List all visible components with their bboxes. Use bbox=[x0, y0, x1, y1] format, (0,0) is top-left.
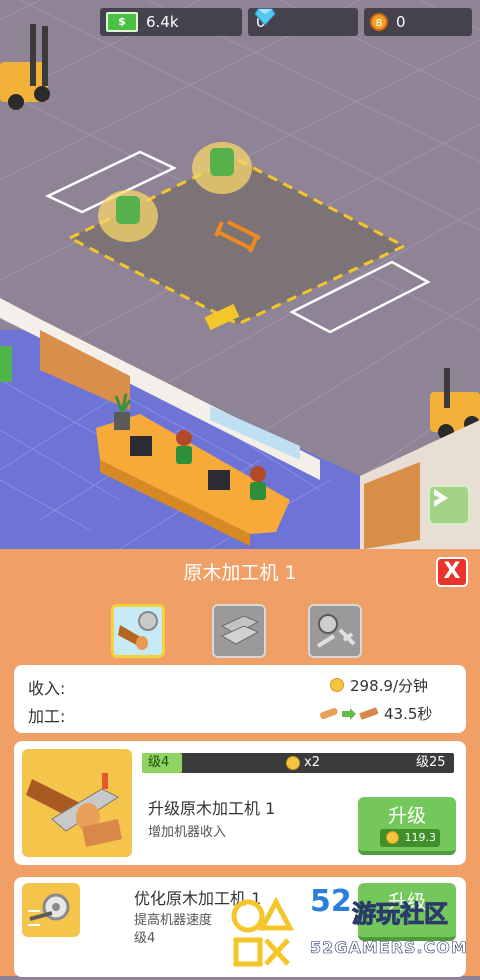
upgrade-button[interactable]: 升级 119.3 bbox=[358, 797, 456, 855]
level-start: 级4 bbox=[148, 755, 170, 770]
watermark-text: 游玩社区 bbox=[352, 900, 449, 929]
coin-icon bbox=[330, 678, 344, 692]
coin-counter: B 0 bbox=[364, 8, 472, 36]
cash-value: 6.4k bbox=[146, 13, 179, 31]
diamond-icon bbox=[254, 8, 276, 26]
gear-icon bbox=[28, 893, 70, 926]
log-machine-icon bbox=[26, 773, 122, 847]
process-label: 加工: bbox=[28, 707, 66, 726]
income-value: 298.9/分钟 bbox=[350, 677, 428, 695]
log-machine-thumbnail bbox=[22, 749, 132, 857]
plank-tab-icon bbox=[220, 615, 260, 645]
speed-thumbnail bbox=[22, 883, 80, 937]
upgrade-card-income: 级4 x2 级25 升级原木加工机 1 增加机器收入 升级 119.3 bbox=[14, 741, 466, 865]
machine-stats: 收入: 加工: 298.9/分钟 43.5秒 bbox=[14, 665, 466, 733]
log-to-plank-icon bbox=[320, 707, 379, 720]
upgrade-cost: 119.3 bbox=[380, 829, 440, 847]
coin-icon bbox=[386, 831, 399, 844]
level-progress-bar: 级4 x2 级25 bbox=[142, 753, 454, 773]
level-end: 级25 bbox=[416, 755, 446, 770]
coin-value: 0 bbox=[396, 13, 406, 31]
upgrade-button-label: 升级 bbox=[387, 805, 426, 827]
watermark-number: 52 bbox=[310, 884, 352, 919]
upgrade-cost-value: 119.3 bbox=[404, 831, 437, 844]
process-value: 43.5秒 bbox=[384, 705, 433, 723]
panel-title: 原木加工机 1 bbox=[183, 562, 297, 584]
watermark: 52 游玩社区 52GAMERS.COM bbox=[228, 880, 480, 976]
tools-tab-icon bbox=[316, 614, 356, 648]
upgrade-subtitle: 增加机器收入 bbox=[148, 825, 227, 840]
tab-log[interactable] bbox=[111, 604, 165, 658]
chevron-right-icon bbox=[434, 489, 448, 507]
close-button[interactable]: X bbox=[436, 557, 468, 587]
factory-floor-illustration bbox=[0, 0, 480, 549]
tab-tools[interactable] bbox=[308, 604, 362, 658]
game-scene[interactable]: $ 6.4k 0 B 0 bbox=[0, 0, 480, 549]
income-label: 收入: bbox=[28, 679, 66, 698]
upgrade-title: 升级原木加工机 1 bbox=[148, 799, 276, 818]
coin-icon bbox=[286, 756, 300, 770]
cash-counter: $ 6.4k bbox=[100, 8, 242, 36]
close-icon: X bbox=[443, 559, 461, 584]
gem-counter: 0 bbox=[248, 8, 358, 36]
speed-upgrade-level: 级4 bbox=[134, 931, 156, 946]
watermark-domain: 52GAMERS.COM bbox=[310, 938, 468, 958]
coin-icon: B bbox=[370, 13, 388, 31]
cash-icon: $ bbox=[106, 12, 138, 32]
next-area-button[interactable] bbox=[428, 485, 470, 525]
multiplier: x2 bbox=[304, 755, 320, 770]
speed-upgrade-subtitle: 提高机器速度 bbox=[134, 913, 213, 928]
tab-plank[interactable] bbox=[212, 604, 266, 658]
log-tab-icon bbox=[118, 611, 158, 650]
